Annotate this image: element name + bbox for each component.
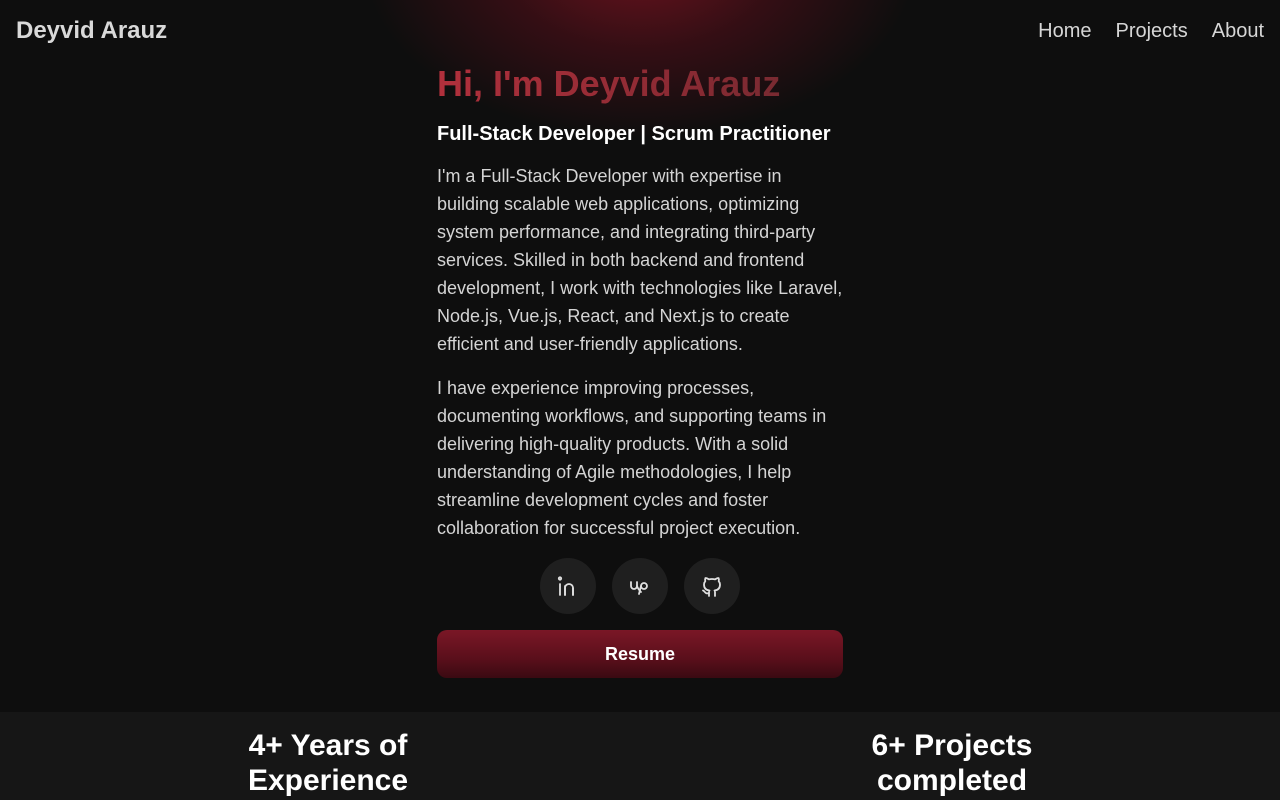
linkedin-icon	[557, 576, 574, 596]
upwork-link[interactable]	[612, 558, 668, 614]
stat-experience-line1: 4+ Years of	[248, 729, 408, 762]
hero-subtitle: Full-Stack Developer | Scrum Practitione…	[437, 123, 831, 145]
nav-about[interactable]: About	[1212, 20, 1264, 43]
nav-projects[interactable]: Projects	[1115, 20, 1187, 43]
github-link[interactable]	[684, 558, 740, 614]
bio-paragraph-1: I'm a Full-Stack Developer with expertis…	[437, 166, 843, 354]
stat-projects-line2: completed	[876, 764, 1028, 797]
stat-experience-line2: Experience	[247, 764, 409, 797]
bio-paragraph-2: I have experience improving processes, d…	[437, 378, 827, 538]
nav-home[interactable]: Home	[1038, 20, 1091, 43]
site-header: Deyvid Arauz Home Projects About	[0, 0, 1280, 64]
resume-button[interactable]: Resume	[437, 630, 843, 678]
linkedin-link[interactable]	[540, 558, 596, 614]
brand-logo[interactable]: Deyvid Arauz	[16, 17, 167, 45]
stats-section: 4+ Years of Experience 6+ Projects compl…	[0, 712, 1280, 800]
github-icon	[702, 577, 721, 597]
social-links	[437, 558, 843, 614]
upwork-icon	[630, 581, 648, 595]
stat-experience: 4+ Years of Experience	[168, 728, 488, 798]
hero-title: Hi, I'm Deyvid Arauz	[437, 62, 843, 106]
stat-projects: 6+ Projects completed	[792, 728, 1112, 798]
hero-section: Hi, I'm Deyvid Arauz Full-Stack Develope…	[437, 62, 843, 678]
stat-projects-line1: 6+ Projects	[871, 729, 1033, 762]
main-nav: Home Projects About	[1038, 20, 1264, 43]
